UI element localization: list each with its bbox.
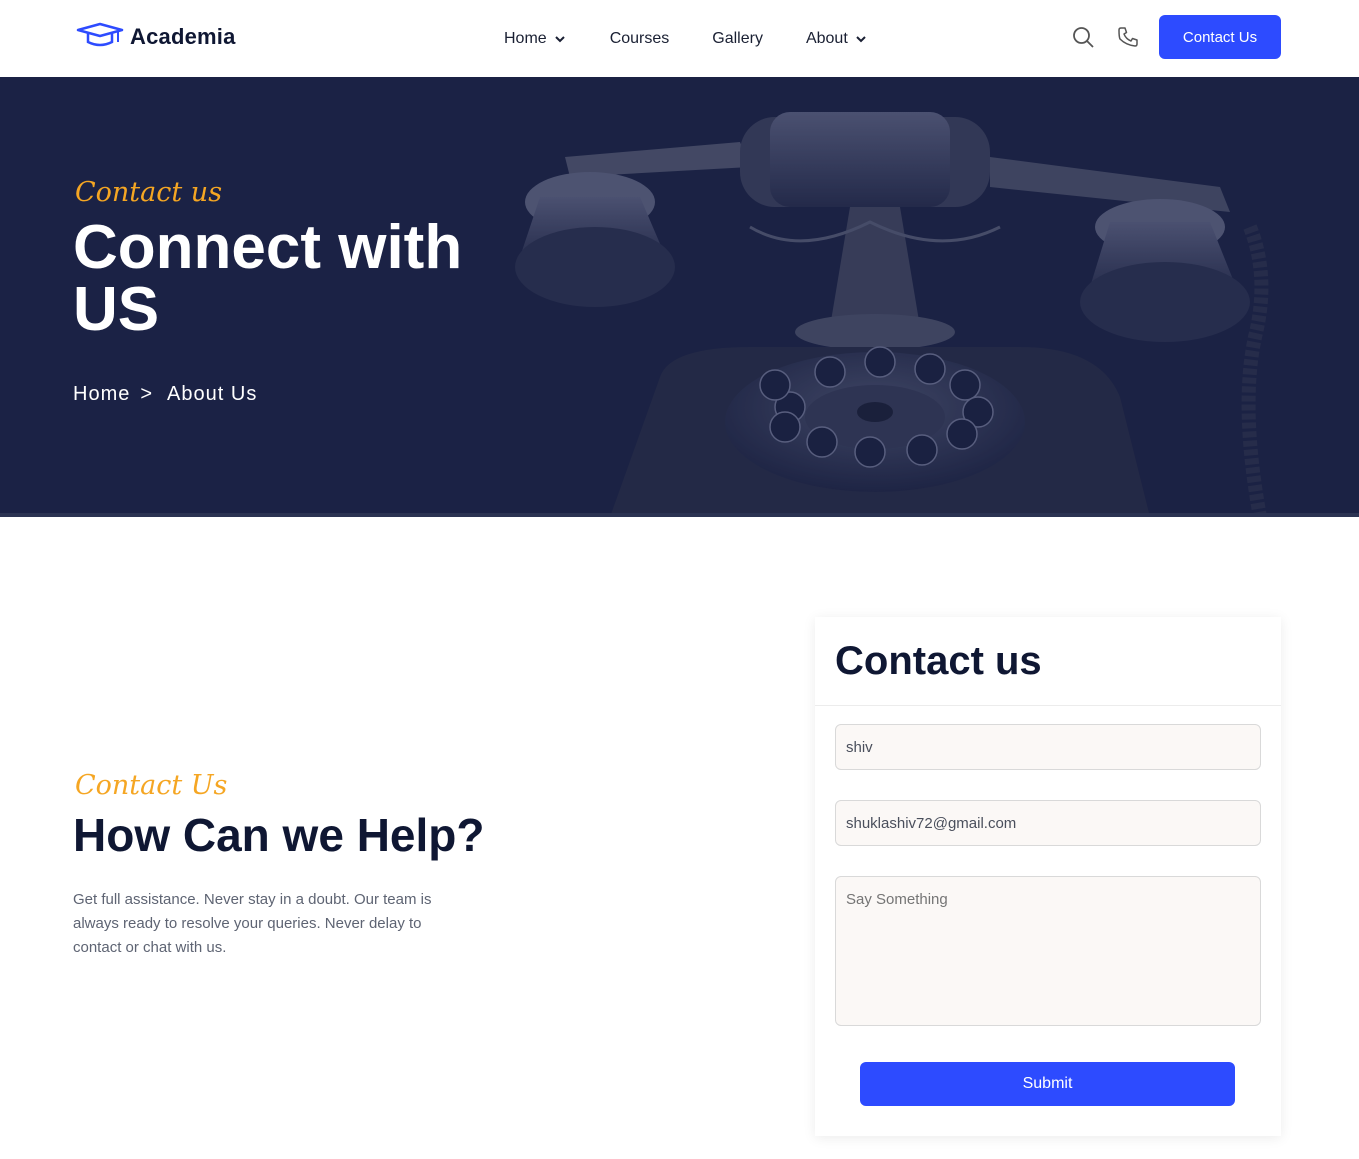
hero-bottom-border	[0, 513, 1359, 517]
help-title: How Can we Help?	[73, 809, 485, 861]
help-description: Get full assistance. Never stay in a dou…	[73, 891, 432, 956]
nav-item-home[interactable]: Home	[504, 27, 567, 51]
breadcrumb-home[interactable]: Home	[73, 383, 130, 406]
logo-text: Academia	[130, 24, 236, 49]
main-nav: Home Courses Gallery About	[504, 27, 911, 51]
hero-banner: Contact us Connect with US Home > About …	[0, 77, 1359, 517]
nav-item-label: Gallery	[712, 30, 763, 47]
nav-item-label: Courses	[609, 30, 670, 47]
graduation-cap-icon	[76, 22, 124, 47]
message-field[interactable]	[835, 876, 1261, 1026]
chevron-down-icon	[856, 36, 866, 43]
nav-item-about[interactable]: About	[806, 27, 868, 51]
search-icon[interactable]	[1071, 25, 1095, 49]
email-field[interactable]	[835, 800, 1261, 846]
name-field[interactable]	[835, 724, 1261, 770]
nav-item-label: Home	[504, 30, 547, 47]
chevron-down-icon	[554, 36, 565, 43]
divider	[815, 705, 1281, 706]
nav-item-courses[interactable]: Courses	[610, 27, 670, 51]
hero-title: Connect with US	[73, 213, 463, 344]
contact-us-button[interactable]: Contact Us	[1159, 15, 1281, 59]
nav-item-label: About	[805, 30, 848, 47]
help-subtitle: Contact Us	[75, 770, 228, 801]
vintage-telephone-image	[500, 77, 1359, 517]
site-header: Academia Home Courses Gallery About Cont…	[0, 0, 1359, 77]
breadcrumb-about-us[interactable]: About Us	[167, 383, 257, 406]
logo[interactable]: Academia	[76, 22, 236, 52]
submit-button[interactable]: Submit	[860, 1062, 1235, 1106]
breadcrumb-separator: >	[140, 383, 154, 405]
contact-form-card: Contact us Submit	[815, 617, 1281, 1136]
nav-item-gallery[interactable]: Gallery	[712, 27, 763, 51]
hero-subtitle: Contact us	[75, 177, 223, 208]
contact-form-title: Contact us	[835, 639, 1042, 683]
phone-icon[interactable]	[1116, 25, 1140, 49]
breadcrumb: Home > About Us	[73, 383, 257, 406]
